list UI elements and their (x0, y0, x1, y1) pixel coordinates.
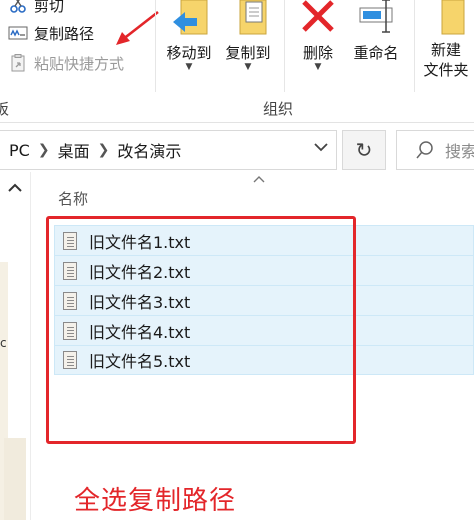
new-folder-button[interactable]: 新建 文件夹 (414, 0, 474, 80)
cut-button[interactable]: 剪切 (8, 0, 64, 16)
organize-group-label: 组织 (263, 100, 294, 118)
ribbon-separator (284, 0, 285, 92)
delete-label: 删除 (302, 44, 333, 62)
ribbon-separator (155, 0, 156, 92)
paste-shortcut-button[interactable]: 粘贴快捷方式 (8, 52, 124, 74)
nav-scroll-thumb[interactable] (4, 438, 26, 520)
breadcrumb-chevron-icon[interactable]: ❯ (98, 142, 110, 158)
scissors-icon (8, 0, 28, 14)
breadcrumb-current-folder[interactable]: 改名演示 (117, 138, 181, 162)
ribbon: 剪切 复制路径 粘贴快捷方式 板 移动到 ▼ 复制到 ▼ 删除 ▼ 重命名 组织… (0, 0, 474, 123)
refresh-button[interactable]: ↻ (342, 130, 386, 170)
cut-label: 剪切 (34, 0, 65, 15)
rename-button[interactable]: 重命名 (344, 0, 408, 63)
copy-path-label: 复制路径 (34, 24, 95, 43)
move-to-dropdown-icon: ▼ (185, 62, 193, 72)
copy-path-button[interactable]: 复制路径 (8, 22, 94, 44)
annotation-caption: 全选复制路径 (74, 486, 237, 516)
address-dropdown-icon[interactable] (314, 140, 328, 156)
delete-icon (296, 0, 340, 38)
copy-to-button[interactable]: 复制到 ▼ (216, 0, 280, 72)
address-bar[interactable]: PC ❯ 桌面 ❯ 改名演示 (0, 130, 337, 170)
new-folder-label: 新建 文件夹 (423, 41, 469, 79)
delete-dropdown-icon: ▼ (314, 62, 322, 72)
paste-shortcut-icon (8, 54, 28, 72)
nav-item-fragment[interactable]: c (0, 336, 7, 350)
annotation-highlight-box (46, 216, 356, 444)
search-box[interactable]: 搜索 (396, 130, 474, 170)
move-to-icon (167, 0, 211, 38)
paste-shortcut-label: 粘贴快捷方式 (34, 54, 125, 73)
delete-button[interactable]: 删除 ▼ (286, 0, 350, 72)
move-to-button[interactable]: 移动到 ▼ (157, 0, 221, 72)
copy-to-icon (226, 0, 270, 38)
sort-ascending-icon (253, 172, 265, 186)
refresh-icon: ↻ (355, 138, 373, 162)
new-folder-icon (424, 0, 468, 38)
clipboard-group-label: 板 (0, 100, 10, 118)
navigation-pane: c (0, 172, 31, 520)
copy-to-dropdown-icon: ▼ (244, 62, 252, 72)
search-placeholder: 搜索 (445, 142, 474, 161)
column-header-name[interactable]: 名称 (58, 188, 88, 209)
breadcrumb-desktop[interactable]: 桌面 (58, 138, 90, 162)
rename-icon (354, 0, 398, 38)
breadcrumb-chevron-icon[interactable]: ❯ (38, 142, 50, 158)
nav-scroll-up-icon[interactable] (8, 178, 22, 197)
search-icon (415, 140, 435, 160)
move-to-label: 移动到 (166, 44, 212, 62)
breadcrumb-pc[interactable]: PC (9, 141, 30, 160)
copy-to-label: 复制到 (225, 44, 271, 62)
rename-label: 重命名 (353, 44, 399, 62)
copy-path-icon (8, 24, 28, 42)
address-row: PC ❯ 桌面 ❯ 改名演示 ↻ 搜索 (0, 130, 474, 170)
